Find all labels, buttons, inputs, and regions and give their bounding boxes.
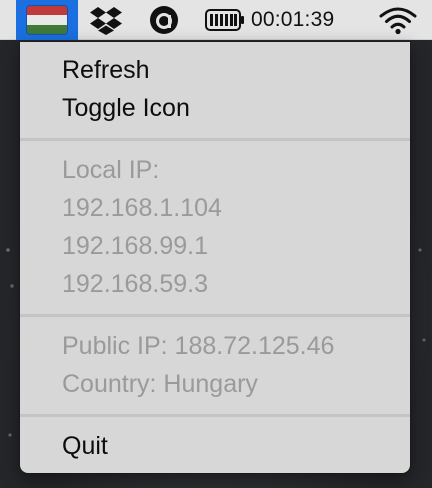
local-ip-item: 192.168.1.104 [62, 194, 222, 222]
ip-dropdown-menu: Refresh Toggle Icon Local IP: 192.168.1.… [20, 42, 410, 473]
menu-separator [20, 138, 410, 141]
local-ip-item: 192.168.59.3 [62, 270, 208, 298]
menu-separator [20, 414, 410, 417]
dropbox-icon[interactable] [86, 0, 126, 40]
flag-stripe-green [27, 24, 67, 34]
clock-time: 00:01:39 [251, 8, 335, 31]
menu-bar: 00:01:39 [0, 0, 432, 40]
wifi-icon[interactable] [376, 0, 420, 40]
battery-clock-item[interactable]: 00:01:39 [205, 0, 334, 40]
menu-separator [20, 314, 410, 317]
flag-stripe-red [27, 6, 67, 16]
flag-stripe-white [27, 15, 67, 25]
refresh-menu-item[interactable]: Refresh [62, 55, 150, 85]
battery-icon [205, 9, 244, 31]
country-item: Country: Hungary [62, 370, 258, 398]
hungary-flag-icon [26, 5, 68, 35]
quit-menu-item[interactable]: Quit [62, 431, 108, 461]
local-ip-item: 192.168.99.1 [62, 232, 208, 260]
public-ip-item: Public IP: 188.72.125.46 [62, 332, 335, 360]
local-ip-label: Local IP: [62, 156, 160, 184]
ip-status-item[interactable] [16, 0, 78, 40]
circle-a-icon[interactable] [146, 0, 182, 40]
toggle-icon-menu-item[interactable]: Toggle Icon [62, 93, 190, 123]
